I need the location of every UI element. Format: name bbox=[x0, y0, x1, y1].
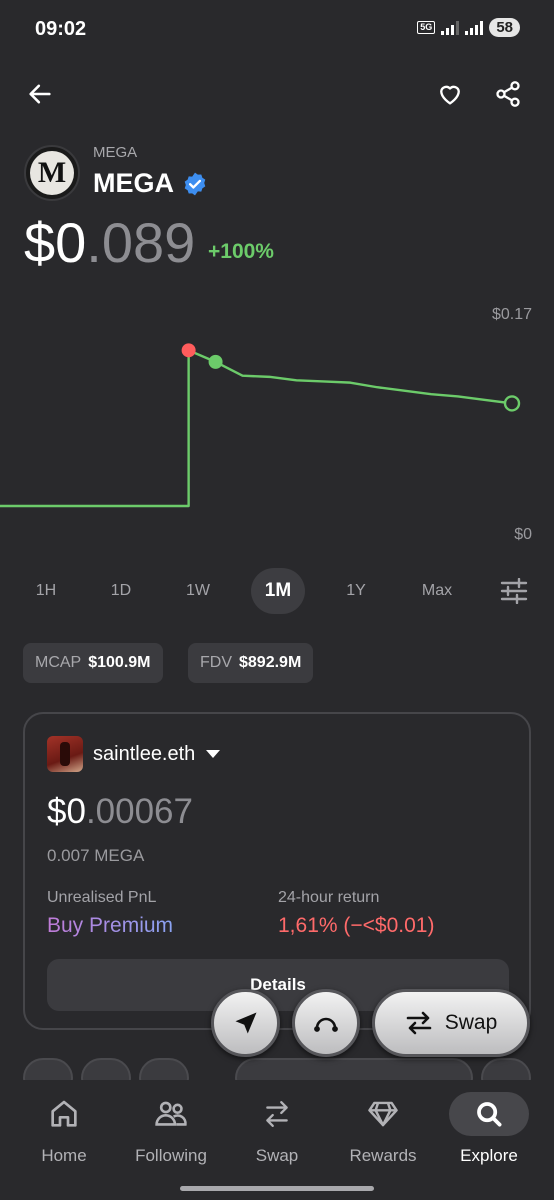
range-tab-max[interactable]: Max bbox=[415, 568, 459, 614]
swap-arrows-icon bbox=[406, 1011, 432, 1035]
diamond-icon bbox=[368, 1101, 398, 1127]
nav-explore-label: Explore bbox=[460, 1146, 518, 1165]
send-button[interactable] bbox=[211, 989, 280, 1057]
token-price: $0.089 bbox=[24, 212, 195, 274]
signal-icon bbox=[441, 20, 460, 35]
mcap-chip: MCAP $100.9M bbox=[23, 643, 163, 683]
share-button[interactable] bbox=[488, 74, 528, 114]
range-tab-1m[interactable]: 1M bbox=[251, 568, 305, 614]
wallet-name: saintlee.eth bbox=[93, 742, 196, 765]
nav-rewards-label: Rewards bbox=[349, 1146, 417, 1165]
nav-swap-label: Swap bbox=[255, 1146, 299, 1165]
status-bar: 09:02 5G 58 bbox=[0, 0, 554, 60]
nav-rewards[interactable]: Rewards bbox=[328, 1092, 438, 1166]
price-main: $0 bbox=[24, 211, 87, 274]
swap-arrows-icon bbox=[266, 1101, 288, 1127]
mcap-value: $100.9M bbox=[88, 654, 151, 671]
nav-home-icon-wrap bbox=[24, 1092, 104, 1136]
wallet-avatar bbox=[47, 736, 83, 772]
verified-badge-icon bbox=[184, 172, 206, 195]
range-tab-1y[interactable]: 1Y bbox=[338, 568, 374, 614]
swap-button-label: Swap bbox=[444, 1011, 498, 1034]
token-name-row: MEGA bbox=[93, 168, 208, 199]
holding-value: $0.00067 bbox=[47, 792, 193, 832]
token-symbol: MEGA bbox=[93, 144, 138, 161]
fdv-value: $892.9M bbox=[239, 654, 302, 671]
nav-following[interactable]: Following bbox=[116, 1092, 226, 1166]
buy-premium-link[interactable]: Buy Premium bbox=[47, 914, 173, 938]
nav-home[interactable]: Home bbox=[9, 1092, 119, 1166]
range-tabs: 1H 1D 1W 1M 1Y Max bbox=[0, 568, 554, 614]
token-logo-letter: M bbox=[30, 151, 74, 195]
status-time: 09:02 bbox=[35, 18, 87, 40]
bottom-nav: Home Following Swap Rewards Explore bbox=[0, 1080, 554, 1200]
fdv-chip: FDV $892.9M bbox=[188, 643, 314, 683]
battery-indicator: 58 bbox=[489, 18, 520, 37]
home-icon bbox=[51, 1100, 77, 1127]
current-price-marker bbox=[503, 395, 521, 412]
bridge-icon bbox=[314, 1017, 338, 1032]
search-icon bbox=[477, 1102, 502, 1127]
nav-following-label: Following bbox=[135, 1146, 207, 1165]
high-marker bbox=[181, 343, 196, 358]
status-icons: 5G 58 bbox=[417, 18, 520, 37]
fdv-label: FDV bbox=[200, 654, 232, 671]
price-chart-svg bbox=[0, 343, 521, 508]
price-line bbox=[0, 349, 513, 508]
share-icon bbox=[496, 81, 520, 107]
nav-home-label: Home bbox=[41, 1146, 87, 1165]
mcap-label: MCAP bbox=[35, 654, 82, 671]
network-badge: 5G bbox=[417, 21, 436, 34]
range-tab-1w[interactable]: 1W bbox=[180, 568, 216, 614]
return-value: 1,61% (−<$0.01) bbox=[278, 914, 435, 937]
holding-value-main: $0 bbox=[47, 792, 86, 831]
return-label: 24-hour return bbox=[278, 889, 380, 906]
chart-y-max-label: $0.17 bbox=[491, 306, 532, 323]
swap-button[interactable]: Swap bbox=[372, 989, 530, 1057]
range-tab-1h[interactable]: 1H bbox=[28, 568, 64, 614]
sliders-icon bbox=[500, 578, 528, 604]
nav-swap-icon-wrap bbox=[237, 1092, 317, 1136]
favorite-button[interactable] bbox=[430, 74, 470, 114]
holding-amount: 0.007 MEGA bbox=[47, 846, 145, 865]
pnl-label: Unrealised PnL bbox=[47, 889, 157, 906]
back-button[interactable] bbox=[20, 74, 60, 114]
bridge-button[interactable] bbox=[292, 989, 360, 1057]
price-decimals: .089 bbox=[86, 211, 196, 274]
home-indicator bbox=[180, 1186, 374, 1191]
chart-y-min-label: $0 bbox=[514, 526, 532, 543]
nav-explore[interactable]: Explore bbox=[434, 1092, 544, 1166]
chart-settings-button[interactable] bbox=[494, 568, 534, 614]
token-logo: M bbox=[24, 145, 80, 201]
chevron-down-icon bbox=[206, 750, 221, 758]
arrow-left-icon bbox=[29, 84, 51, 104]
wallet-selector[interactable]: saintlee.eth bbox=[47, 736, 221, 772]
users-icon bbox=[155, 1101, 187, 1126]
token-name: MEGA bbox=[93, 168, 174, 198]
point-marker bbox=[208, 354, 223, 369]
nav-rewards-icon-wrap bbox=[343, 1092, 423, 1136]
price-change: +100% bbox=[208, 240, 274, 263]
nav-explore-icon-wrap bbox=[449, 1092, 529, 1136]
holding-value-decimals: .00067 bbox=[85, 792, 193, 831]
nav-swap[interactable]: Swap bbox=[222, 1092, 332, 1166]
nav-following-icon-wrap bbox=[131, 1092, 211, 1136]
signal-icon-2 bbox=[465, 20, 484, 35]
heart-icon bbox=[440, 85, 460, 105]
range-tab-1d[interactable]: 1D bbox=[103, 568, 139, 614]
send-arrow-icon bbox=[235, 1012, 256, 1034]
price-chart[interactable]: $0.17 $0 bbox=[0, 300, 554, 550]
holding-card: saintlee.eth $0.00067 0.007 MEGA Unreali… bbox=[23, 712, 531, 1030]
